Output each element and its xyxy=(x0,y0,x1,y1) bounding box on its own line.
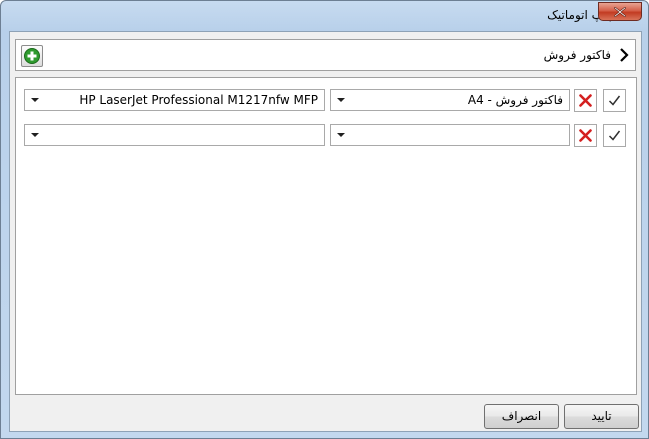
dialog-window: چاپ اتوماتیک فاکتور فروش HP LaserJet Pro… xyxy=(0,0,649,439)
add-button[interactable] xyxy=(21,45,43,67)
printer-dropdown[interactable] xyxy=(24,124,325,146)
print-rules-list: HP LaserJet Professional M1217nfw MFP فا… xyxy=(15,77,637,395)
title-bar[interactable]: چاپ اتوماتیک xyxy=(1,1,648,29)
form-value: فاکتور فروش - A4 xyxy=(467,93,563,107)
printer-value: HP LaserJet Professional M1217nfw MFP xyxy=(79,93,318,107)
printer-dropdown[interactable]: HP LaserJet Professional M1217nfw MFP xyxy=(24,89,325,111)
dialog-body: فاکتور فروش HP LaserJet Professional M12… xyxy=(9,31,642,432)
cancel-button[interactable]: انصراف xyxy=(484,404,559,429)
close-button[interactable] xyxy=(598,2,642,21)
confirm-row-button[interactable] xyxy=(603,124,626,147)
ok-button[interactable]: تایید xyxy=(564,404,639,429)
red-x-icon xyxy=(579,129,592,142)
chevron-down-icon xyxy=(337,98,345,102)
red-x-icon xyxy=(579,94,592,107)
delete-row-button[interactable] xyxy=(574,89,597,112)
delete-row-button[interactable] xyxy=(574,124,597,147)
chevron-down-icon xyxy=(31,98,39,102)
form-dropdown[interactable] xyxy=(330,124,570,146)
plus-circle-icon xyxy=(24,48,40,64)
close-icon xyxy=(614,7,626,17)
chevron-down-icon xyxy=(337,133,345,137)
chevron-right-icon[interactable] xyxy=(618,47,630,63)
form-dropdown[interactable]: فاکتور فروش - A4 xyxy=(330,89,570,111)
checkmark-icon xyxy=(608,130,621,141)
header-title: فاکتور فروش xyxy=(543,48,611,62)
checkmark-icon xyxy=(608,95,621,106)
header-panel: فاکتور فروش xyxy=(15,39,636,71)
chevron-down-icon xyxy=(31,133,39,137)
confirm-row-button[interactable] xyxy=(603,89,626,112)
